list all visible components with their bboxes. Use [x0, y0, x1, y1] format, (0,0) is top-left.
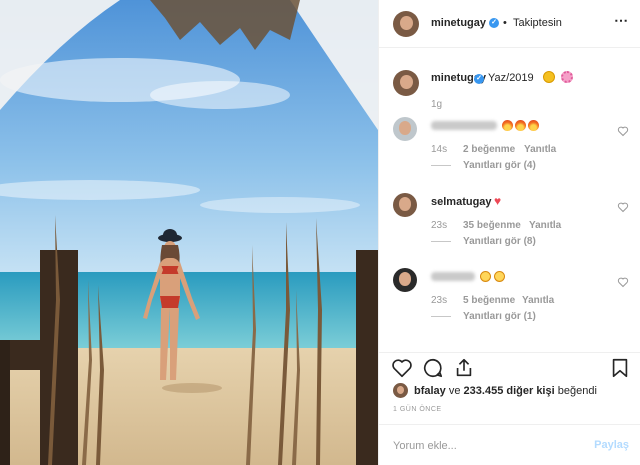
author-avatar[interactable]	[393, 11, 419, 37]
comment-time[interactable]: 23s	[431, 295, 447, 306]
red-heart-emoji-icon: ♥	[494, 194, 502, 208]
verified-badge-icon: ✓	[489, 18, 499, 28]
likes-text[interactable]: bfalay ve 233.455 diğer kişi beğendi	[414, 385, 597, 397]
fire-emoji-icon	[528, 120, 539, 131]
flower-emoji-icon	[561, 71, 573, 83]
like-heart-icon[interactable]	[391, 357, 413, 379]
comment-likes-count[interactable]: 2 beğenme	[463, 144, 515, 155]
view-replies-button[interactable]: Yanıtları gör (1)	[463, 311, 536, 322]
likes-suffix: beğendi	[557, 385, 597, 397]
comment-input[interactable]	[393, 437, 583, 455]
comment-likes-count[interactable]: 5 beğenme	[463, 295, 515, 306]
sun-emoji-icon	[543, 71, 555, 83]
comment-item: 23s 5 beğenme Yanıtla Yanıtları gör (1)	[379, 268, 640, 342]
view-replies-button[interactable]: Yanıtları gör (8)	[463, 236, 536, 247]
comment-like-heart-icon[interactable]	[617, 276, 629, 288]
post-comment-button[interactable]: Paylaş	[594, 439, 629, 451]
verified-badge-icon: ✓	[474, 74, 484, 84]
add-comment-bar: Paylaş	[379, 424, 640, 465]
share-icon[interactable]	[453, 357, 475, 379]
reply-button[interactable]: Yanıtla	[524, 144, 556, 155]
bookmark-icon[interactable]	[609, 357, 631, 379]
laughing-emoji-icon	[494, 271, 505, 282]
replies-divider	[431, 241, 451, 242]
replies-divider	[431, 316, 451, 317]
view-replies-button[interactable]: Yanıtları gör (4)	[463, 160, 536, 171]
caption-author-avatar[interactable]	[393, 70, 419, 96]
comment-item: selmatugay ♥ 23s 35 beğenme Yanıtla Yanı…	[379, 193, 640, 267]
liker-avatar[interactable]	[393, 383, 408, 398]
commenter-avatar[interactable]	[393, 268, 417, 292]
fire-emoji-icon	[502, 120, 513, 131]
fire-emoji-icon	[515, 120, 526, 131]
commenter-username[interactable]: selmatugay	[431, 196, 492, 208]
author-username[interactable]: minetugay	[431, 17, 486, 29]
reply-button[interactable]: Yanıtla	[522, 295, 554, 306]
comment-item: 14s 2 beğenme Yanıtla Yanıtları gör (4)	[379, 117, 640, 191]
post-header: minetugay ✓ • Takiptesin ⋯	[379, 0, 640, 48]
post-timestamp[interactable]: 1 GÜN ÖNCE	[393, 406, 442, 413]
caption-time[interactable]: 1g	[431, 99, 442, 110]
likes-others-count[interactable]: 233.455 diğer kişi	[464, 385, 555, 397]
comment-likes-count[interactable]: 35 beğenme	[463, 220, 521, 231]
likes-summary: bfalay ve 233.455 diğer kişi beğendi	[393, 383, 633, 399]
more-options-icon[interactable]: ⋯	[614, 12, 629, 29]
commenter-avatar[interactable]	[393, 117, 417, 141]
post-action-bar	[379, 352, 640, 380]
comment-time[interactable]: 23s	[431, 220, 447, 231]
post-side-panel: minetugay ✓ • Takiptesin ⋯ minetugay ✓ Y…	[378, 0, 640, 465]
comment-bubble-icon[interactable]	[422, 357, 444, 379]
laughing-emoji-icon	[480, 271, 491, 282]
reply-button[interactable]: Yanıtla	[529, 220, 561, 231]
header-separator: •	[503, 17, 507, 29]
comment-time[interactable]: 14s	[431, 144, 447, 155]
caption-text: Yaz/2019	[488, 72, 534, 84]
likes-connector: ve	[448, 385, 461, 397]
follow-status-button[interactable]: Takiptesin	[513, 17, 562, 29]
beach-photo	[0, 0, 378, 465]
blurred-username[interactable]	[431, 121, 497, 130]
replies-divider	[431, 165, 451, 166]
comment-like-heart-icon[interactable]	[617, 125, 629, 137]
post-photo[interactable]	[0, 0, 378, 465]
commenter-avatar[interactable]	[393, 193, 417, 217]
liker-username[interactable]: bfalay	[414, 385, 446, 397]
comment-like-heart-icon[interactable]	[617, 201, 629, 213]
blurred-username[interactable]	[431, 272, 475, 281]
